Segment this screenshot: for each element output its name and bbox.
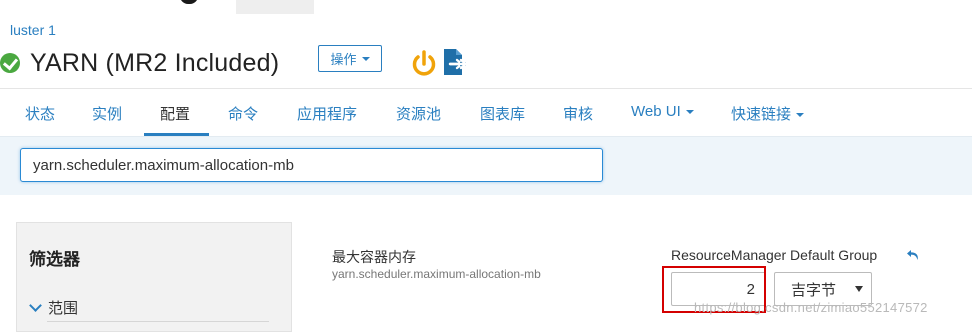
export-icon[interactable] xyxy=(442,47,468,77)
role-group-label: ResourceManager Default Group xyxy=(671,247,878,263)
divider xyxy=(47,321,269,322)
tab-web-ui-label: Web UI xyxy=(631,103,681,120)
service-header: YARN (MR2 Included) xyxy=(0,44,280,82)
breadcrumb-cluster[interactable]: luster 1 xyxy=(10,22,56,38)
tab-instances[interactable]: 实例 xyxy=(92,103,122,124)
undo-icon[interactable] xyxy=(906,249,920,262)
filter-panel: 筛选器 范围 xyxy=(16,222,292,332)
top-tab[interactable] xyxy=(236,0,314,14)
tab-applications[interactable]: 应用程序 xyxy=(297,103,357,124)
dropdown-arrow-icon xyxy=(855,286,863,292)
tab-web-ui[interactable]: Web UI xyxy=(631,103,694,120)
power-icon[interactable] xyxy=(410,50,438,78)
property-key: yarn.scheduler.maximum-allocation-mb xyxy=(332,267,541,281)
top-strip xyxy=(0,0,972,14)
check-circle-icon xyxy=(0,53,20,73)
config-search-input[interactable] xyxy=(20,148,603,182)
service-tabs: 状态 实例 配置 命令 应用程序 资源池 图表库 审核 Web UI 快速链接 xyxy=(0,88,972,137)
page-title: YARN (MR2 Included) xyxy=(30,48,280,77)
tab-charts-library[interactable]: 图表库 xyxy=(480,103,525,124)
tab-resource-pools[interactable]: 资源池 xyxy=(396,103,441,124)
filter-scope-label: 范围 xyxy=(48,300,79,317)
actions-label: 操作 xyxy=(330,52,357,67)
tab-configuration[interactable]: 配置 xyxy=(160,103,190,124)
filter-title: 筛选器 xyxy=(29,250,80,269)
unit-select-value: 吉字节 xyxy=(791,281,837,299)
tab-commands[interactable]: 命令 xyxy=(228,103,258,124)
tab-audits[interactable]: 审核 xyxy=(563,103,593,124)
property-display-name: 最大容器内存 xyxy=(332,249,416,265)
filter-scope-toggle[interactable]: 范围 xyxy=(29,297,78,318)
tab-quick-links[interactable]: 快速链接 xyxy=(731,103,805,124)
tab-quick-links-label: 快速链接 xyxy=(731,106,792,123)
watermark: https://blog.csdn.net/zimiao552147572 xyxy=(694,300,928,315)
caret-down-icon xyxy=(361,56,370,61)
tab-status[interactable]: 状态 xyxy=(25,103,55,124)
caret-down-icon xyxy=(796,113,805,118)
actions-dropdown-button[interactable]: 操作 xyxy=(318,45,382,72)
chevron-down-icon xyxy=(29,299,42,312)
caret-down-icon xyxy=(685,110,694,115)
